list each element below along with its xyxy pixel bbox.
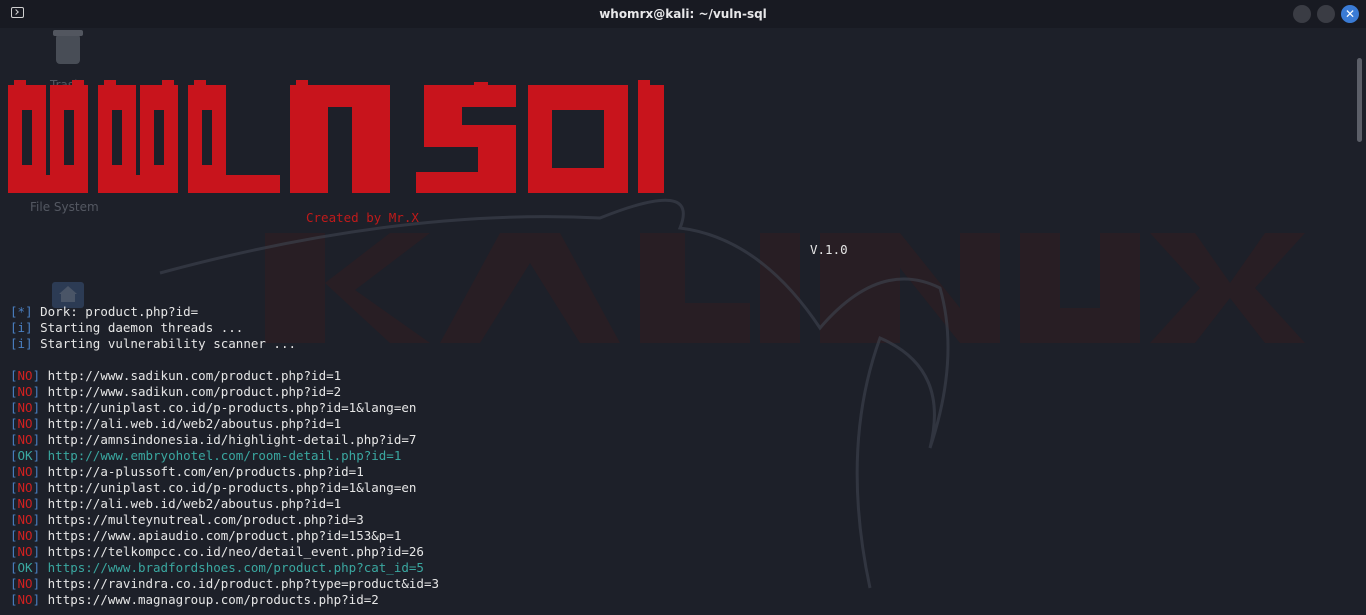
close-button[interactable]: ✕ — [1341, 5, 1359, 23]
result-url: https://www.apiaudio.com/product.php?id=… — [47, 528, 402, 543]
result-status: NO — [17, 528, 33, 543]
result-status: NO — [17, 480, 33, 495]
result-line: [NO] http://amnsindonesia.id/highlight-d… — [10, 432, 417, 447]
result-url: http://www.embryohotel.com/room-detail.p… — [47, 448, 402, 463]
result-line: [NO] https://multeynutreal.com/product.p… — [10, 512, 364, 527]
trash-icon[interactable] — [50, 28, 86, 68]
result-line: [NO] https://ravindra.co.id/product.php?… — [10, 576, 439, 591]
status-text: Starting vulnerability scanner ... — [40, 336, 296, 351]
result-url: https://ravindra.co.id/product.php?type=… — [47, 576, 439, 591]
result-status: NO — [17, 496, 33, 511]
result-line: [NO] http://www.sadikun.com/product.php?… — [10, 384, 342, 399]
status-line: [*] Dork: product.php?id= — [10, 304, 199, 319]
result-status: OK — [17, 448, 33, 463]
result-url: http://www.sadikun.com/product.php?id=2 — [47, 384, 342, 399]
result-line: [NO] http://uniplast.co.id/p-products.ph… — [10, 480, 417, 495]
result-status: NO — [17, 368, 33, 383]
result-status: NO — [17, 464, 33, 479]
result-url: https://multeynutreal.com/product.php?id… — [47, 512, 364, 527]
result-url: http://uniplast.co.id/p-products.php?id=… — [47, 480, 417, 495]
result-status: NO — [17, 512, 33, 527]
status-tag: * — [17, 304, 26, 319]
minimize-button[interactable] — [1293, 5, 1311, 23]
result-url: http://amnsindonesia.id/highlight-detail… — [47, 432, 417, 447]
result-line: [NO] http://uniplast.co.id/p-products.ph… — [10, 400, 417, 415]
result-status: NO — [17, 384, 33, 399]
result-url: http://www.sadikun.com/product.php?id=1 — [47, 368, 342, 383]
status-text: Starting daemon threads ... — [40, 320, 244, 335]
result-url: http://a-plussoft.com/en/products.php?id… — [47, 464, 364, 479]
result-line: [OK] http://www.embryohotel.com/room-det… — [10, 448, 402, 463]
blank-line — [10, 352, 439, 368]
result-line: [NO] https://www.apiaudio.com/product.ph… — [10, 528, 402, 543]
result-status: NO — [17, 576, 33, 591]
result-status: NO — [17, 416, 33, 431]
status-tag: i — [17, 336, 26, 351]
result-line: [NO] http://ali.web.id/web2/aboutus.php?… — [10, 416, 342, 431]
result-url: http://ali.web.id/web2/aboutus.php?id=1 — [47, 496, 342, 511]
version-text: V.1.0 — [810, 242, 848, 257]
status-line: [i] Starting vulnerability scanner ... — [10, 336, 296, 351]
ascii-banner — [8, 80, 664, 193]
result-line: [NO] http://www.sadikun.com/product.php?… — [10, 368, 342, 383]
maximize-button[interactable] — [1317, 5, 1335, 23]
result-url: http://ali.web.id/web2/aboutus.php?id=1 — [47, 416, 342, 431]
result-line: [OK] https://www.bradfordshoes.com/produ… — [10, 560, 424, 575]
result-url: http://uniplast.co.id/p-products.php?id=… — [47, 400, 417, 415]
result-status: NO — [17, 432, 33, 447]
result-url: https://www.magnagroup.com/products.php?… — [47, 592, 379, 607]
terminal-area[interactable]: Trash File System — [0, 28, 1366, 615]
result-url: https://www.bradfordshoes.com/product.ph… — [47, 560, 424, 575]
result-line: [NO] http://a-plussoft.com/en/products.p… — [10, 464, 364, 479]
output-lines: [*] Dork: product.php?id= [i] Starting d… — [10, 304, 439, 608]
result-url: https://telkompcc.co.id/neo/detail_event… — [47, 544, 424, 559]
window-titlebar[interactable]: whomrx@kali: ~/vuln-sql ✕ — [0, 0, 1366, 28]
status-text: Dork: product.php?id= — [40, 304, 199, 319]
result-status: NO — [17, 400, 33, 415]
result-line: [NO] https://telkompcc.co.id/neo/detail_… — [10, 544, 424, 559]
vertical-scrollbar[interactable] — [1357, 58, 1362, 142]
credit-text: Created by Mr.X — [306, 210, 419, 225]
status-tag: i — [17, 320, 26, 335]
status-line: [i] Starting daemon threads ... — [10, 320, 244, 335]
result-status: NO — [17, 592, 33, 607]
window-title: whomrx@kali: ~/vuln-sql — [599, 7, 767, 21]
result-line: [NO] http://ali.web.id/web2/aboutus.php?… — [10, 496, 342, 511]
result-status: OK — [17, 560, 33, 575]
result-line: [NO] https://www.magnagroup.com/products… — [10, 592, 379, 607]
result-status: NO — [17, 544, 33, 559]
